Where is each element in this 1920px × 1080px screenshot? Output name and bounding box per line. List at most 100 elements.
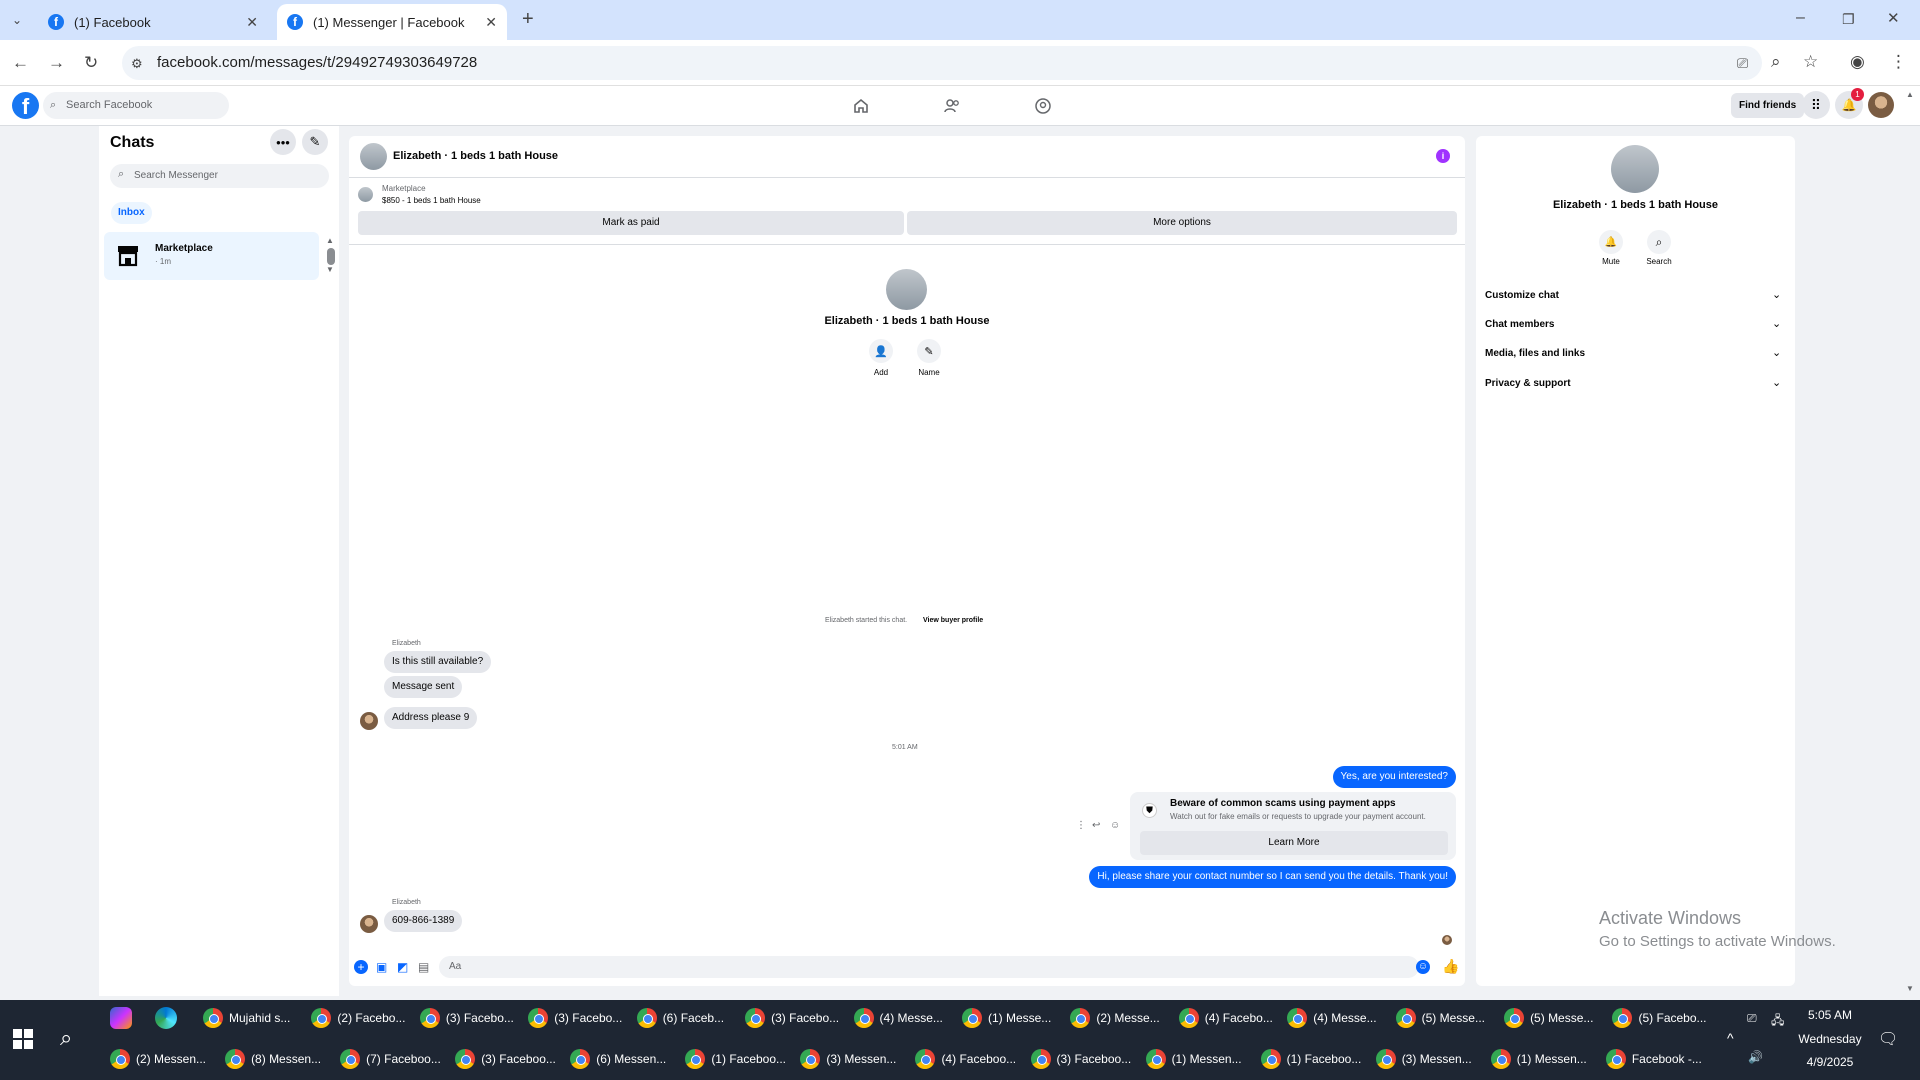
install-app-icon[interactable]: ⎚ <box>1737 53 1748 73</box>
taskbar-app-button[interactable]: (2) Messe... <box>1064 1000 1172 1036</box>
taskbar-app-button[interactable]: (2) Facebo... <box>305 1000 413 1036</box>
reload-icon[interactable]: ↻ <box>84 53 98 73</box>
page-scroll-up-icon[interactable]: ▲ <box>1906 90 1914 99</box>
page-scroll-down-icon[interactable]: ▼ <box>1906 984 1914 993</box>
more-options-button[interactable]: More options <box>907 211 1457 235</box>
friends-icon[interactable] <box>943 97 961 115</box>
chevron-down-icon[interactable]: ⌄ <box>1772 346 1781 359</box>
chevron-down-icon[interactable]: ⌄ <box>1772 376 1781 389</box>
incoming-message[interactable]: Address please 9 <box>384 707 478 729</box>
facebook-search-input[interactable]: Search Facebook <box>43 92 229 119</box>
system-tray-device-icon[interactable]: ⎚ <box>1747 1011 1757 1026</box>
listing-title[interactable]: $850 - 1 beds 1 bath House <box>382 196 481 205</box>
close-window-icon[interactable]: ✕ <box>1887 9 1900 29</box>
bookmark-star-icon[interactable]: ☆ <box>1803 52 1818 72</box>
volume-icon[interactable]: 🔊 <box>1748 1050 1763 1064</box>
taskbar-app-button[interactable]: (5) Messe... <box>1390 1000 1498 1036</box>
conversation-title[interactable]: Elizabeth · 1 beds 1 bath House <box>393 150 558 162</box>
taskbar-app-button[interactable]: (3) Messen... <box>1370 1041 1485 1077</box>
sender-avatar[interactable] <box>360 712 378 730</box>
react-emoji-icon[interactable]: ☺ <box>1110 820 1120 831</box>
chevron-down-icon[interactable]: ⌄ <box>1772 288 1781 301</box>
taskbar-app-button[interactable]: (1) Messen... <box>1485 1041 1600 1077</box>
site-settings-icon[interactable]: ⚙ <box>131 54 143 74</box>
mark-as-paid-button[interactable]: Mark as paid <box>358 211 904 235</box>
taskbar-app-button[interactable]: (3) Messen... <box>794 1041 909 1077</box>
tab-close-icon[interactable]: ✕ <box>246 14 258 31</box>
home-icon[interactable] <box>852 97 870 115</box>
conversation-avatar[interactable] <box>360 143 387 170</box>
back-icon[interactable]: ← <box>12 53 29 73</box>
attach-photo-icon[interactable]: ▣ <box>376 960 387 974</box>
taskbar-app-button[interactable]: (3) Faceboo... <box>449 1041 564 1077</box>
sticker-icon[interactable]: ◩ <box>397 960 408 974</box>
new-message-button[interactable]: ✎ <box>302 129 328 155</box>
profile-icon[interactable]: ◉ <box>1850 52 1865 72</box>
add-people-button[interactable]: 👤 <box>869 339 893 363</box>
mute-button[interactable]: 🔔 <box>1599 230 1623 254</box>
outgoing-message[interactable]: Hi, please share your contact number so … <box>1089 866 1456 888</box>
taskbar-app-button[interactable]: (4) Facebo... <box>1173 1000 1281 1036</box>
taskbar-app-button[interactable]: (6) Messen... <box>564 1041 679 1077</box>
groups-icon[interactable] <box>1034 97 1052 115</box>
clock-day[interactable]: Wednesday <box>1790 1032 1870 1046</box>
taskbar-app-button[interactable]: (7) Faceboo... <box>334 1041 449 1077</box>
message-composer-input[interactable]: Aa <box>439 956 1419 978</box>
clock-date[interactable]: 4/9/2025 <box>1790 1055 1870 1069</box>
scroll-down-icon[interactable]: ▼ <box>326 265 334 274</box>
forward-icon[interactable]: → <box>48 53 65 73</box>
taskbar-app-button[interactable]: (4) Messe... <box>848 1000 956 1036</box>
taskbar-app-button[interactable]: Facebook -... <box>1600 1041 1715 1077</box>
zoom-icon[interactable]: ⌕ <box>1771 52 1781 72</box>
find-friends-button[interactable]: Find friends <box>1731 93 1805 118</box>
tab-list-chevron-icon[interactable]: ⌄ <box>12 10 22 30</box>
media-files-links-section[interactable]: Media, files and links <box>1485 348 1585 359</box>
taskbar-app-button[interactable]: (6) Faceb... <box>631 1000 739 1036</box>
taskbar-app-button[interactable]: (2) Messen... <box>104 1041 219 1077</box>
taskbar-app-button[interactable]: (3) Facebo... <box>522 1000 630 1036</box>
search-conversation-button[interactable]: ⌕ <box>1647 230 1671 254</box>
taskbar-app-button[interactable]: (4) Messe... <box>1281 1000 1389 1036</box>
outgoing-message[interactable]: Yes, are you interested? <box>1332 766 1456 788</box>
copilot-icon[interactable] <box>110 1007 132 1029</box>
menu-grid-button[interactable]: ⠿ <box>1802 91 1830 119</box>
chat-list-scrollbar[interactable] <box>327 248 335 265</box>
view-buyer-profile-link[interactable]: View buyer profile <box>923 617 983 624</box>
chat-members-section[interactable]: Chat members <box>1485 319 1554 330</box>
like-thumb-icon[interactable]: 👍 <box>1442 958 1459 975</box>
incoming-message[interactable]: Message sent <box>384 676 463 698</box>
tab-facebook[interactable]: f (1) Facebook ✕ <box>38 4 268 40</box>
facebook-logo[interactable]: f <box>12 92 39 119</box>
taskbar-app-button[interactable]: (3) Faceboo... <box>1025 1041 1140 1077</box>
windows-start-icon[interactable] <box>13 1029 33 1049</box>
more-actions-plus-icon[interactable]: + <box>354 960 368 974</box>
search-taskbar-icon[interactable]: ⌕ <box>60 1025 72 1051</box>
new-tab-icon[interactable]: + <box>522 9 534 29</box>
incoming-message[interactable]: Is this still available? <box>384 651 492 673</box>
notification-center-icon[interactable]: 🗨 <box>1878 1029 1898 1049</box>
tab-messenger[interactable]: f (1) Messenger | Facebook ✕ <box>277 4 507 40</box>
clock-time[interactable]: 5:05 AM <box>1790 1008 1870 1022</box>
url-text[interactable]: facebook.com/messages/t/2949274930364972… <box>157 54 477 71</box>
emoji-icon[interactable]: ☺ <box>1416 960 1430 974</box>
taskbar-app-button[interactable]: (5) Messe... <box>1498 1000 1606 1036</box>
taskbar-app-button[interactable]: (1) Faceboo... <box>1255 1041 1370 1077</box>
network-icon[interactable]: 🖧 <box>1771 1011 1784 1032</box>
taskbar-app-button[interactable]: Mujahid s... <box>197 1000 305 1036</box>
browser-menu-icon[interactable]: ⋮ <box>1890 52 1907 72</box>
taskbar-app-button[interactable]: (1) Messen... <box>1140 1041 1255 1077</box>
taskbar-app-button[interactable]: (3) Facebo... <box>739 1000 847 1036</box>
account-avatar[interactable] <box>1868 92 1894 118</box>
message-more-icon[interactable]: ⋮ <box>1076 820 1086 831</box>
tab-close-icon[interactable]: ✕ <box>485 14 497 31</box>
privacy-support-section[interactable]: Privacy & support <box>1485 378 1571 389</box>
taskbar-app-button[interactable]: (1) Messe... <box>956 1000 1064 1036</box>
taskbar-app-button[interactable]: (4) Faceboo... <box>909 1041 1024 1077</box>
learn-more-button[interactable]: Learn More <box>1140 831 1448 855</box>
gif-icon[interactable]: ▤ <box>418 960 429 974</box>
sender-avatar[interactable] <box>360 915 378 933</box>
chats-options-button[interactable]: ••• <box>270 129 296 155</box>
name-chat-button[interactable]: ✎ <box>917 339 941 363</box>
scroll-up-icon[interactable]: ▲ <box>326 236 334 245</box>
inbox-tab[interactable]: Inbox <box>111 202 152 224</box>
